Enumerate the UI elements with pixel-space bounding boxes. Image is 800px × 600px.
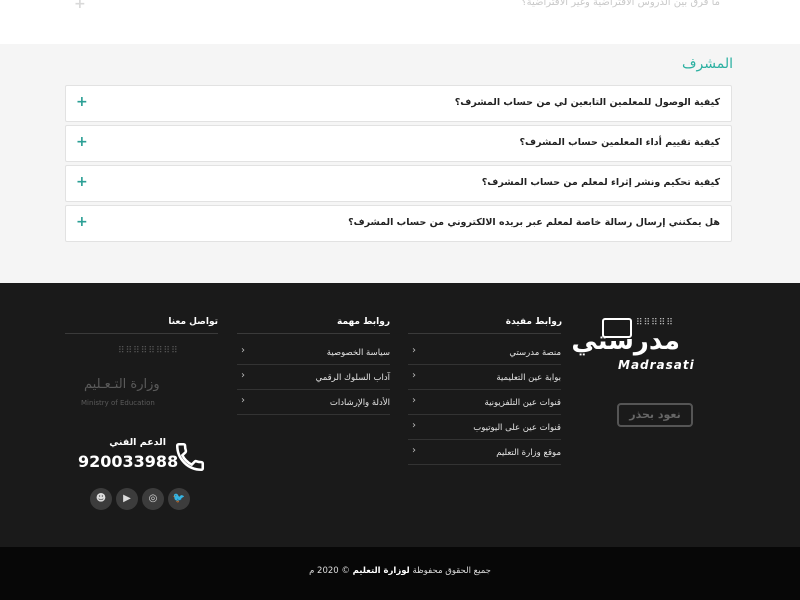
footer-link[interactable]: قنوات عين على اليوتيوب ‹ (408, 415, 561, 440)
chevron-left-icon: ‹ (412, 345, 416, 356)
footer-link-label: آداب السلوك الرقمي (315, 373, 390, 383)
copyright-year: © 2020 م (309, 566, 350, 576)
copyright-prefix: جميع الحقوق محفوظة (412, 566, 491, 576)
faded-plus-icon[interactable]: + (74, 0, 86, 12)
previous-faq-section: ما فرق بين الدروس الافتراضية وغير الافتر… (0, 0, 800, 44)
faq-item[interactable]: كيفية تحكيم ونشر إثراء لمعلم من حساب الم… (65, 165, 732, 202)
chevron-left-icon: ‹ (241, 395, 245, 406)
section-title: المشرف (682, 56, 733, 72)
support-number[interactable]: 920033988 (78, 452, 178, 471)
logo-arabic-text: مدرستي (571, 326, 681, 356)
snapchat-icon[interactable]: ☻ (90, 488, 112, 510)
column-divider (237, 333, 390, 334)
chevron-left-icon: ‹ (412, 445, 416, 456)
chevron-left-icon: ‹ (412, 370, 416, 381)
youtube-icon[interactable]: ▶ (116, 488, 138, 510)
ministry-arabic-name: وزارة التـعـليم (84, 377, 160, 392)
plus-icon[interactable]: + (76, 94, 88, 110)
copyright-text: جميع الحقوق محفوظة لوزارة التعليم © 2020… (0, 566, 800, 576)
faq-question: كيفية الوصول للمعلمين التابعين لي من حسا… (454, 97, 720, 108)
footer-link-label: سياسة الخصوصية (326, 348, 390, 358)
footer-link[interactable]: قنوات عين التلفزيونية ‹ (408, 390, 561, 415)
contact-title: تواصل معنا (168, 317, 218, 327)
faq-question: هل يمكنني إرسال رسالة خاصة لمعلم عبر بري… (348, 217, 720, 228)
chevron-left-icon: ‹ (241, 345, 245, 356)
chevron-left-icon: ‹ (241, 370, 245, 381)
faq-item[interactable]: كيفية تقييم أداء المعلمين حساب المشرف؟ + (65, 125, 732, 162)
faq-question: كيفية تقييم أداء المعلمين حساب المشرف؟ (519, 137, 720, 148)
footer-link-label: قنوات عين التلفزيونية (484, 398, 561, 408)
footer-link[interactable]: منصة مدرستي ‹ (408, 340, 561, 365)
important-links-title: روابط مهمة (336, 317, 390, 327)
footer-link-label: موقع وزارة التعليم (496, 448, 561, 458)
twitter-icon[interactable]: 🐦 (168, 488, 190, 510)
plus-icon[interactable]: + (76, 214, 88, 230)
footer-link[interactable]: الأدلة والإرشادات ‹ (237, 390, 390, 415)
ministry-english-name: Ministry of Education (81, 399, 155, 407)
footer-link[interactable]: بوابة عين التعليمية ‹ (408, 365, 561, 390)
ministry-logo[interactable]: ⠿⠿⠿⠿⠿⠿⠿⠿ وزارة التـعـليم Ministry of Edu… (78, 344, 208, 410)
column-divider (408, 333, 561, 334)
plus-icon[interactable]: + (76, 134, 88, 150)
footer-link-label: قنوات عين على اليوتيوب (473, 423, 561, 433)
support-label: الدعم الفني (109, 437, 166, 448)
copyright-org[interactable]: لوزارة التعليم (353, 566, 410, 576)
plus-icon[interactable]: + (76, 174, 88, 190)
footer-link[interactable]: سياسة الخصوصية ‹ (237, 340, 390, 365)
faq-item[interactable]: كيفية الوصول للمعلمين التابعين لي من حسا… (65, 85, 732, 122)
madrasati-logo[interactable]: ⠿⠿⠿⠿⠿ مدرستي Madrasati (571, 316, 712, 376)
faq-item[interactable]: هل يمكنني إرسال رسالة خاصة لمعلم عبر بري… (65, 205, 732, 242)
slogan-badge: نعود بحذر (617, 403, 693, 427)
chevron-left-icon: ‹ (412, 420, 416, 431)
ministry-pattern-icon: ⠿⠿⠿⠿⠿⠿⠿⠿ (118, 346, 179, 356)
footer-link[interactable]: آداب السلوك الرقمي ‹ (237, 365, 390, 390)
instagram-icon[interactable]: ◎ (142, 488, 164, 510)
faq-question: كيفية تحكيم ونشر إثراء لمعلم من حساب الم… (481, 177, 720, 188)
chevron-left-icon: ‹ (412, 395, 416, 406)
footer-link[interactable]: موقع وزارة التعليم ‹ (408, 440, 561, 465)
footer-link-label: الأدلة والإرشادات (329, 398, 390, 408)
footer-link-label: بوابة عين التعليمية (496, 373, 561, 383)
phone-icon[interactable] (173, 440, 207, 474)
column-divider (65, 333, 218, 334)
faded-question[interactable]: ما فرق بين الدروس الافتراضية وغير الافتر… (521, 0, 720, 8)
useful-links-title: روابط مفيدة (505, 317, 562, 327)
logo-latin-text: Madrasati (618, 358, 695, 372)
footer-link-label: منصة مدرستي (509, 348, 561, 358)
